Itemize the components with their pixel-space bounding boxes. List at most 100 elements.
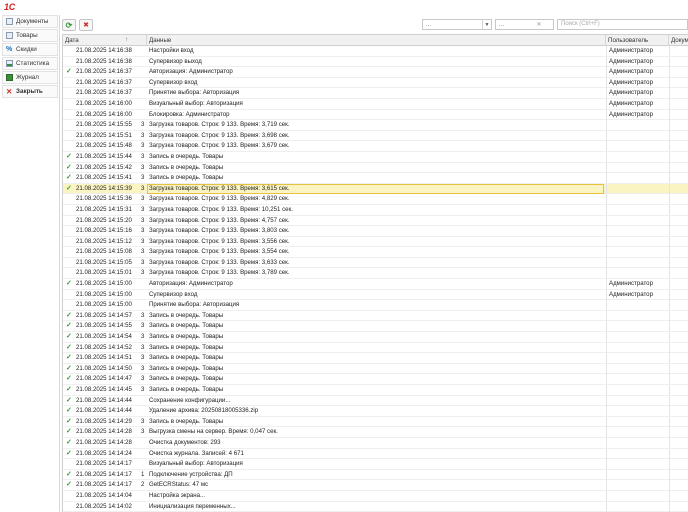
delete-button[interactable]: ✖	[79, 19, 93, 31]
row-date: 21.08.2025 14:14:52	[76, 343, 132, 351]
clear-icon[interactable]: ✕	[535, 20, 543, 29]
row-data: Загрузка товаров. Строк: 9 133. Время: 4…	[149, 195, 290, 203]
sidebar-item-label: Журнал	[16, 74, 39, 81]
row-date: 21.08.2025 14:15:08	[76, 248, 132, 256]
table-row[interactable]: 21.08.2025 14:15:16 3 Загрузка товаров. Ст…	[63, 226, 688, 237]
column-header-date[interactable]: Дата ↑	[63, 35, 147, 46]
table-row[interactable]: ✓ 21.08.2025 14:14:44 Удаление архива: 202…	[63, 406, 688, 417]
table-row[interactable]: ✓ 21.08.2025 14:14:51 3 Запись в очередь. Т…	[63, 353, 688, 364]
table-row[interactable]: 21.08.2025 14:15:20 3 Загрузка товаров. Ст…	[63, 215, 688, 227]
filter-select-2[interactable]: ... ✕	[495, 19, 554, 30]
table-row[interactable]: ✓ 21.08.2025 14:14:28 Очистка документов: …	[63, 437, 688, 449]
row-user	[606, 448, 668, 459]
table-row[interactable]: 21.08.2025 14:16:37 Супервизор вход Админи…	[63, 77, 688, 89]
table-row[interactable]: ✓ 21.08.2025 14:14:24 Очистка журнала. Зап…	[63, 448, 688, 460]
row-status-empty	[66, 110, 76, 120]
table-row[interactable]: 21.08.2025 14:15:31 3 Загрузка товаров. Ст…	[63, 204, 688, 216]
table-row[interactable]: 21.08.2025 14:16:00 Блокировка: Администр…	[63, 109, 688, 121]
row-data: Запись в очередь. Товары	[149, 333, 224, 341]
sidebar-item-close[interactable]: ✕ Закрыть	[2, 85, 58, 98]
column-header-data[interactable]: Данные	[147, 35, 606, 46]
row-user: Администратор	[606, 109, 668, 120]
table-row[interactable]: ✓ 21.08.2025 14:15:44 3 Запись в очередь. Т…	[63, 151, 688, 163]
row-doc	[669, 247, 688, 258]
row-status-empty	[66, 268, 76, 278]
table-row[interactable]: 21.08.2025 14:15:05 3 Загрузка товаров. Ст…	[63, 257, 688, 269]
table-row[interactable]: 21.08.2025 14:15:12 3 Загрузка товаров. Ст…	[63, 236, 688, 248]
refresh-button[interactable]: ⟳	[62, 19, 76, 31]
sidebar-item-goods[interactable]: Товары	[2, 29, 58, 42]
row-user	[606, 130, 668, 141]
table-row[interactable]: 21.08.2025 14:16:00 Визуальный выбор: Авт…	[63, 98, 688, 110]
table-row[interactable]: 21.08.2025 14:15:08 3 Загрузка товаров. Ст…	[63, 247, 688, 258]
table-row[interactable]: 21.08.2025 14:15:00 Супервизор вход Админи…	[63, 289, 688, 301]
table-row[interactable]: ✓ 21.08.2025 14:14:45 3 Запись в очередь. Т…	[63, 385, 688, 396]
table-row[interactable]: ✓ 21.08.2025 14:15:42 3 Запись в очередь. Т…	[63, 162, 688, 174]
search-input[interactable]: Поиск (Ctrl+F)	[557, 19, 688, 30]
table-row[interactable]: 21.08.2025 14:15:36 3 Загрузка товаров. Ст…	[63, 194, 688, 205]
row-date: 21.08.2025 14:14:17	[76, 460, 132, 468]
checkmark-icon: ✓	[66, 417, 72, 425]
table-row[interactable]: ✓ 21.08.2025 14:14:54 3 Запись в очередь. Т…	[63, 332, 688, 343]
filter-select-1[interactable]: ... ▼	[422, 19, 492, 30]
row-data: Принятие выбора: Авторизация	[149, 301, 240, 309]
row-user	[606, 469, 668, 480]
row-data: Удаление архива: 20250818005336.zip	[149, 407, 259, 415]
checkmark-icon: ✓	[66, 174, 72, 182]
row-status-empty	[66, 491, 76, 501]
table-row[interactable]: 21.08.2025 14:16:38 Настройки вход Админис…	[63, 46, 688, 57]
table-row[interactable]: 21.08.2025 14:16:38 Супервизор выход Админ…	[63, 56, 688, 68]
table-row[interactable]: 21.08.2025 14:16:37 Принятие выбора: Авто…	[63, 88, 688, 99]
table-row[interactable]: 21.08.2025 14:15:00 Принятие выбора: Авто…	[63, 300, 688, 311]
sidebar: Документы Товары % Скидки Статистика Жур…	[2, 15, 58, 512]
table-row[interactable]: 21.08.2025 14:14:17 Визуальный выбор: Авт…	[63, 459, 688, 470]
table-row[interactable]: 21.08.2025 14:15:51 3 Загрузка товаров. Ст…	[63, 130, 688, 142]
row-doc	[669, 194, 688, 205]
row-doc	[669, 490, 688, 501]
table-row[interactable]: ✓ 21.08.2025 14:14:29 3 Запись в очередь. Т…	[63, 416, 688, 428]
checkmark-icon: ✓	[66, 386, 72, 393]
chevron-down-icon[interactable]: ▼	[482, 20, 491, 29]
row-doc	[669, 374, 688, 385]
row-user	[606, 353, 668, 364]
table-row[interactable]: ✓ 21.08.2025 14:14:47 3 Запись в очередь. Т…	[63, 374, 688, 385]
column-header-user[interactable]: Пользователь	[606, 35, 669, 46]
column-header-doc[interactable]: Докуме	[669, 35, 688, 46]
sidebar-item-journal[interactable]: Журнал	[2, 71, 58, 84]
table-row[interactable]: 21.08.2025 14:15:01 3 Загрузка товаров. Ст…	[63, 268, 688, 280]
row-date: 21.08.2025 14:16:38	[76, 57, 132, 65]
sidebar-item-statistics[interactable]: Статистика	[2, 57, 58, 70]
sidebar-item-documents[interactable]: Документы	[2, 15, 58, 28]
table-row[interactable]: ✓ 21.08.2025 14:14:50 3 Запись в очередь. Т…	[63, 363, 688, 375]
row-doc	[669, 427, 688, 438]
sidebar-item-label: Скидки	[16, 46, 37, 53]
sidebar-item-discounts[interactable]: % Скидки	[2, 43, 58, 56]
row-date: 21.08.2025 14:14:04	[76, 491, 132, 499]
row-user	[606, 363, 668, 374]
table-row[interactable]: ✓ 21.08.2025 14:14:57 3 Запись в очередь. Т…	[63, 310, 688, 322]
table-row[interactable]: ✓ 21.08.2025 14:14:17 1 Подключение устройс…	[63, 469, 688, 481]
checkmark-icon: ✓	[66, 438, 72, 446]
table-row[interactable]: ✓ 21.08.2025 14:15:41 3 Запись в очередь. Т…	[63, 173, 688, 184]
row-user	[606, 395, 668, 406]
row-date: 21.08.2025 14:16:00	[76, 110, 132, 118]
table-row[interactable]: 21.08.2025 14:14:02 Инициализация перемен…	[63, 501, 688, 512]
table-row[interactable]: ✓ 21.08.2025 14:15:39 3 Загрузка товаров. С…	[63, 183, 688, 195]
table-row[interactable]: ✓ 21.08.2025 14:14:55 3 Запись в очередь. Т…	[63, 321, 688, 333]
row-user	[606, 342, 668, 353]
table-row[interactable]: ✓ 21.08.2025 14:15:00 Авторизация: Админис…	[63, 279, 688, 290]
row-doc	[669, 162, 688, 173]
row-user	[606, 141, 668, 152]
table-row[interactable]: ✓ 21.08.2025 14:14:44 Сохранение конфигура…	[63, 395, 688, 407]
row-user	[606, 437, 668, 448]
row-doc	[669, 141, 688, 152]
row-doc	[669, 67, 688, 78]
table-row[interactable]: 21.08.2025 14:15:48 3 Загрузка товаров. Ст…	[63, 141, 688, 152]
table-row[interactable]: ✓ 21.08.2025 14:14:17 2 GetECRStatus: 47 мс	[63, 480, 688, 491]
table-row[interactable]: ✓ 21.08.2025 14:14:28 3 Выгрузка смены на с…	[63, 427, 688, 438]
table-row[interactable]: 21.08.2025 14:14:04 Настройка экрана...	[63, 490, 688, 502]
table-row[interactable]: ✓ 21.08.2025 14:16:37 Авторизация: Админис…	[63, 67, 688, 78]
table-row[interactable]: 21.08.2025 14:15:55 3 Загрузка товаров. Ст…	[63, 120, 688, 131]
table-row[interactable]: ✓ 21.08.2025 14:14:52 3 Запись в очередь. Т…	[63, 342, 688, 354]
row-date: 21.08.2025 14:14:44	[76, 407, 132, 415]
